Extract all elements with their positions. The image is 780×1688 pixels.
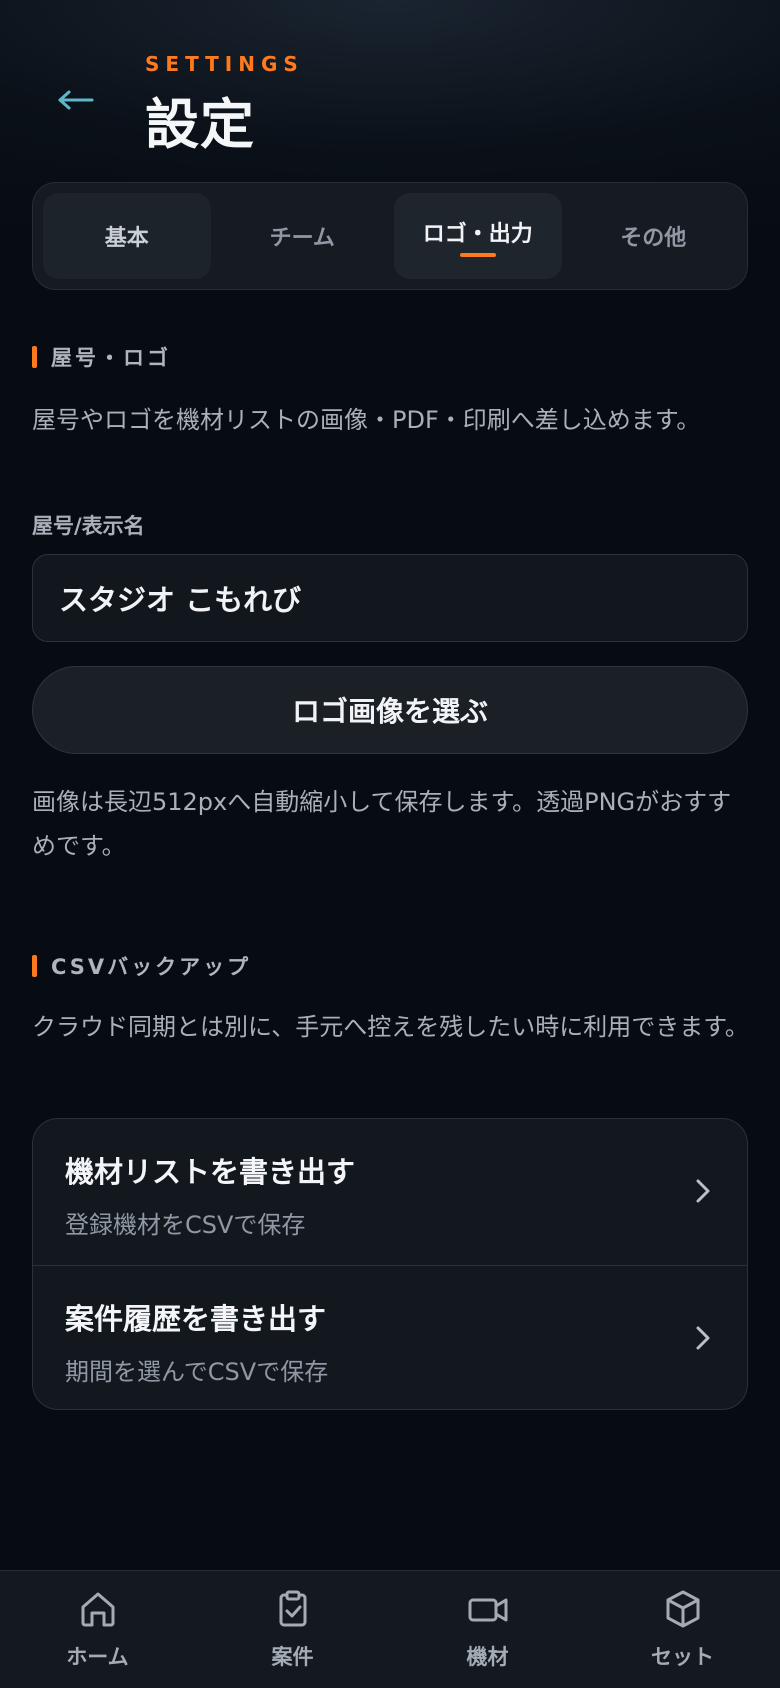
row-title: 案件履歴を書き出す: [65, 1302, 327, 1336]
export-project-history-row[interactable]: 案件履歴を書き出す 期間を選んでCSVで保存: [33, 1265, 747, 1409]
section-header-logo: 屋号・ロゴ: [32, 342, 171, 372]
logo-section-description: 屋号やロゴを機材リストの画像・PDF・印刷へ差し込めます。: [32, 406, 701, 434]
video-camera-icon: [466, 1587, 510, 1631]
nav-item-home[interactable]: ホーム: [0, 1571, 195, 1688]
clipboard-check-icon: [271, 1587, 315, 1631]
chevron-right-icon: [689, 1322, 717, 1354]
tab-basic[interactable]: 基本: [43, 193, 211, 279]
header: SETTINGS 設定: [0, 0, 780, 170]
choose-logo-button[interactable]: ロゴ画像を選ぶ: [32, 666, 748, 754]
section-accent-bar: [32, 955, 37, 977]
section-title: 屋号・ロゴ: [51, 346, 171, 370]
row-subtitle: 登録機材をCSVで保存: [65, 1211, 306, 1239]
business-name-label: 屋号/表示名: [32, 514, 145, 538]
tab-label: 基本: [104, 226, 149, 251]
active-tab-indicator: [459, 253, 496, 257]
tab-label: その他: [620, 226, 687, 251]
tab-logo-output[interactable]: ロゴ・出力: [394, 193, 562, 279]
nav-item-projects[interactable]: 案件: [195, 1571, 390, 1688]
tab-other[interactable]: その他: [570, 193, 738, 279]
page-eyebrow: SETTINGS: [145, 52, 304, 76]
home-icon: [76, 1587, 120, 1631]
settings-tabs: 基本 チーム ロゴ・出力 その他: [32, 182, 748, 290]
nav-item-sets[interactable]: セット: [585, 1571, 780, 1688]
nav-label: 案件: [271, 1645, 314, 1669]
section-accent-bar: [32, 346, 37, 368]
settings-screen: SETTINGS 設定 基本 チーム ロゴ・出力 その他 屋号・ロゴ 屋号やロゴ…: [0, 0, 780, 1688]
tab-team[interactable]: チーム: [219, 193, 387, 279]
logo-note: 画像は長辺512pxへ自動縮小して保存します。透過PNGがおすすめです。: [32, 788, 732, 860]
nav-label: セット: [651, 1645, 714, 1669]
bottom-navigation: ホーム 案件 機材 セット: [0, 1570, 780, 1688]
arrow-left-icon: [58, 90, 94, 110]
csv-export-list: 機材リストを書き出す 登録機材をCSVで保存 案件履歴を書き出す 期間を選んでC…: [32, 1118, 748, 1410]
tab-label: ロゴ・出力: [422, 222, 533, 247]
nav-label: ホーム: [66, 1645, 129, 1669]
tab-label: チーム: [269, 226, 335, 251]
row-title: 機材リストを書き出す: [65, 1155, 356, 1189]
back-button[interactable]: [50, 78, 102, 122]
csv-section-description: クラウド同期とは別に、手元へ控えを残したい時に利用できます。: [32, 1013, 749, 1041]
section-header-csv: CSVバックアップ: [32, 951, 251, 981]
nav-label: 機材: [466, 1645, 509, 1669]
row-subtitle: 期間を選んでCSVで保存: [65, 1358, 329, 1386]
export-equipment-list-row[interactable]: 機材リストを書き出す 登録機材をCSVで保存: [33, 1119, 747, 1265]
nav-item-equipment[interactable]: 機材: [390, 1571, 585, 1688]
box-icon: [661, 1587, 705, 1631]
page-title: 設定: [145, 93, 255, 156]
chevron-right-icon: [689, 1175, 717, 1207]
section-title: CSVバックアップ: [51, 955, 252, 979]
business-name-input[interactable]: [32, 554, 748, 642]
